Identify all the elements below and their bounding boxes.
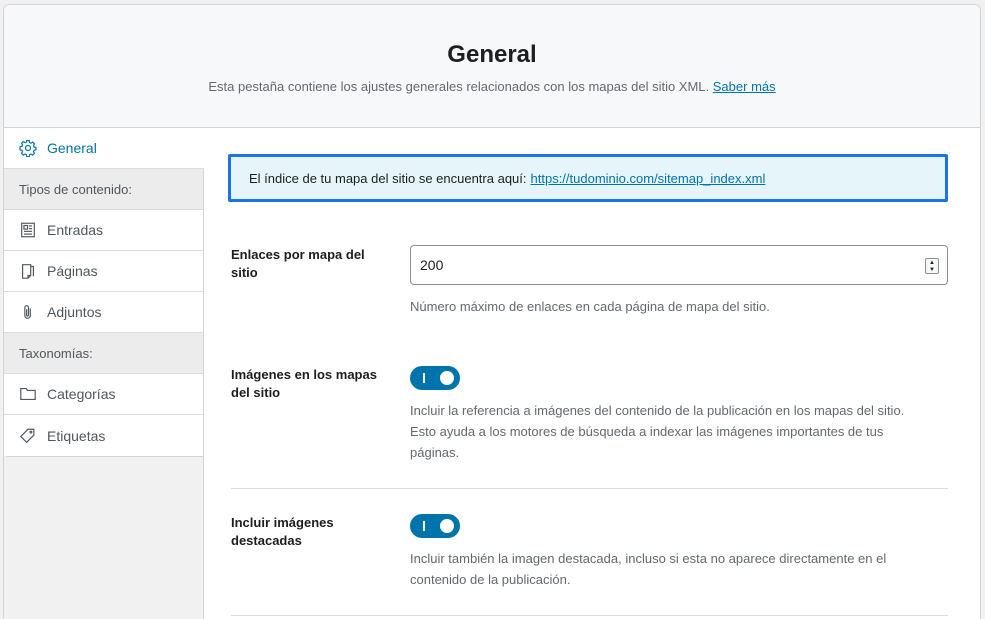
- links-per-sitemap-value: 200: [420, 257, 444, 273]
- featured-images-label: Incluir imágenes destacadas: [231, 515, 334, 548]
- sidebar: General Tipos de contenido: Entradas Pág…: [4, 128, 204, 619]
- page-subtitle: Esta pestaña contiene los ajustes genera…: [4, 79, 980, 94]
- pages-icon: [19, 262, 37, 280]
- learn-more-link[interactable]: Saber más: [713, 79, 776, 94]
- notice-text: El índice de tu mapa del sitio se encuen…: [249, 170, 527, 186]
- links-per-sitemap-description: Número máximo de enlaces en cada página …: [410, 299, 770, 314]
- toggle-knob: [440, 519, 454, 533]
- sidebar-item-attachments[interactable]: Adjuntos: [4, 292, 204, 333]
- taxonomies-heading: Taxonomías:: [4, 333, 204, 374]
- page-title: General: [447, 41, 537, 68]
- toggle-on-indicator: [423, 373, 425, 383]
- subtitle-text: Esta pestaña contiene los ajustes genera…: [208, 79, 710, 94]
- folder-icon: [19, 385, 37, 403]
- images-in-sitemap-label: Imágenes en los mapas del sitio: [231, 367, 377, 400]
- sidebar-item-categories[interactable]: Categorías: [4, 374, 204, 415]
- section-divider: [231, 615, 948, 616]
- content-types-heading: Tipos de contenido:: [4, 169, 204, 210]
- gear-icon: [19, 139, 37, 157]
- sidebar-item-tags[interactable]: Etiquetas: [4, 415, 204, 456]
- stepper-down-icon[interactable]: ▼: [929, 267, 935, 273]
- sitemap-notice: El índice de tu mapa del sitio se encuen…: [228, 154, 948, 202]
- sidebar-item-label: Páginas: [47, 263, 98, 279]
- toggle-knob: [440, 371, 454, 385]
- sidebar-nav: General Tipos de contenido: Entradas Pág…: [4, 128, 204, 457]
- number-stepper[interactable]: ▲ ▼: [925, 258, 939, 274]
- stepper-up-icon[interactable]: ▲: [929, 260, 935, 266]
- section-divider: [231, 488, 948, 489]
- sidebar-item-label: Categorías: [47, 386, 116, 402]
- sitemap-index-link[interactable]: https://tudominio.com/sitemap_index.xml: [531, 171, 766, 186]
- sidebar-item-label: Entradas: [47, 222, 104, 238]
- page-header: General Esta pestaña contiene los ajuste…: [4, 5, 980, 128]
- tag-icon: [19, 427, 37, 445]
- images-in-sitemap-description: Incluir la referencia a imágenes del con…: [410, 403, 905, 460]
- images-in-sitemap-toggle[interactable]: [410, 366, 460, 390]
- sidebar-item-label: Etiquetas: [47, 427, 106, 444]
- sidebar-item-label: Adjuntos: [47, 304, 102, 320]
- toggle-on-indicator: [423, 521, 425, 531]
- paperclip-icon: [19, 303, 37, 321]
- sidebar-item-pages[interactable]: Páginas: [4, 251, 204, 292]
- sidebar-item-general[interactable]: General: [4, 128, 204, 169]
- links-per-sitemap-input[interactable]: 200 ▲ ▼: [410, 245, 948, 285]
- sidebar-item-label: General: [47, 140, 97, 156]
- featured-images-description: Incluir también la imagen destacada, inc…: [410, 551, 887, 587]
- links-per-sitemap-label: Enlaces por mapa del sitio: [231, 247, 365, 280]
- featured-images-toggle[interactable]: [410, 514, 460, 538]
- posts-icon: [19, 221, 37, 239]
- sidebar-item-posts[interactable]: Entradas: [4, 210, 204, 251]
